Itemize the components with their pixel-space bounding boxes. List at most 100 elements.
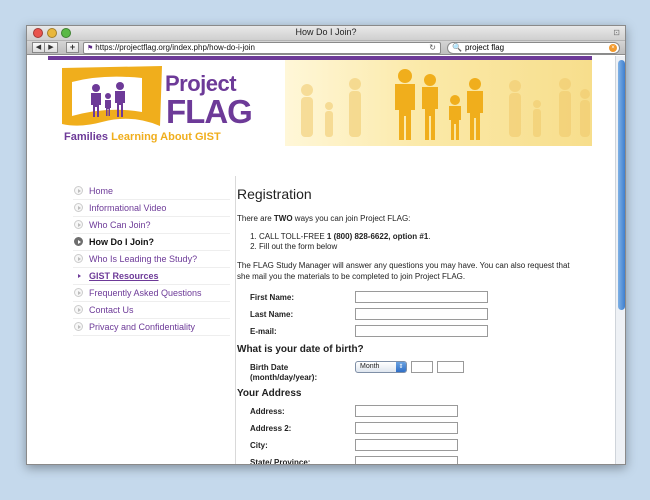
select-arrows-icon: ⇕ xyxy=(396,362,406,372)
search-clear-icon[interactable]: × xyxy=(609,44,617,52)
first-name-label: First Name: xyxy=(250,293,295,302)
birth-date-label-line2: (month/day/year): xyxy=(250,373,318,382)
sidebar-item-label: Contact Us xyxy=(89,305,134,315)
page-title: Registration xyxy=(237,186,312,202)
site-favicon-icon: ⚑ xyxy=(87,45,94,52)
sidebar-item-label: Frequently Asked Questions xyxy=(89,288,202,298)
nav-buttons: ◀ ▶ xyxy=(32,42,58,53)
page-viewport: Project FLAG Families Learning About GIS… xyxy=(27,56,615,465)
step-text: CALL TOLL-FREE xyxy=(259,232,327,241)
day-input[interactable] xyxy=(411,361,433,373)
reload-icon[interactable]: ↻ xyxy=(429,43,436,53)
column-divider xyxy=(235,176,236,464)
step-text: . xyxy=(428,232,431,241)
main-content: Registration There are TWO ways you can … xyxy=(237,186,582,465)
address-heading: Your Address xyxy=(237,388,302,399)
address-label: Address: xyxy=(250,407,285,416)
logo-tagline: Families Learning About GIST xyxy=(64,131,221,143)
sidebar-item-label: How Do I Join? xyxy=(89,237,154,247)
search-text: project flag xyxy=(464,43,505,52)
sidebar-item-contact-us[interactable]: Contact Us xyxy=(73,302,230,319)
year-input[interactable] xyxy=(437,361,464,373)
last-name-row: Last Name: xyxy=(237,307,582,324)
first-name-input[interactable] xyxy=(355,291,488,303)
birth-date-row: Birth Date (month/day/year): Month ⇕ xyxy=(237,360,582,385)
address-row: Address: xyxy=(237,404,582,421)
birth-date-label-line1: Birth Date xyxy=(250,363,289,372)
arrow-bullet-icon xyxy=(74,271,83,280)
tagline-families: Families xyxy=(64,131,112,143)
sidebar-item-label: Informational Video xyxy=(89,203,167,213)
site-banner: Project FLAG Families Learning About GIS… xyxy=(48,60,592,146)
arrow-bullet-icon xyxy=(74,254,83,263)
site-logo[interactable]: Project FLAG Families Learning About GIS… xyxy=(48,60,284,146)
sidebar-item-label: Who Can Join? xyxy=(89,220,151,230)
sidebar-item-label: Privacy and Confidentiality xyxy=(89,322,196,332)
sidebar-item-label: Who Is Leading the Study? xyxy=(89,254,198,264)
sidebar-item-how-do-i-join[interactable]: How Do I Join? xyxy=(73,234,230,251)
arrow-bullet-icon xyxy=(74,186,83,195)
sidebar-item-home[interactable]: Home xyxy=(73,183,230,200)
list-item: CALL TOLL-FREE 1 (800) 828-6622, option … xyxy=(259,232,582,242)
browser-window: How Do I Join? ⊡ ◀ ▶ + ⚑ https://projectf… xyxy=(26,25,626,465)
add-bookmark-button[interactable]: + xyxy=(66,42,79,53)
window-title: How Do I Join? xyxy=(295,27,357,37)
list-item: Fill out the form below xyxy=(259,242,582,252)
family-silhouettes-banner xyxy=(285,60,592,146)
state-row: State/ Province: xyxy=(237,455,582,465)
last-name-input[interactable] xyxy=(355,308,488,320)
sidebar-item-label: GIST Resources xyxy=(89,271,159,281)
flag-logo-icon xyxy=(62,66,162,126)
intro-emphasis: TWO xyxy=(273,214,293,223)
phone-number: 1 (800) 828-6622, option #1 xyxy=(326,232,429,241)
birth-date-label: Birth Date (month/day/year): xyxy=(250,363,317,383)
sidebar-item-label: Home xyxy=(89,186,114,196)
scrollbar-thumb[interactable] xyxy=(618,60,625,310)
intro-part: There are xyxy=(237,214,274,223)
month-select[interactable]: Month ⇕ xyxy=(355,361,407,373)
join-steps-list: CALL TOLL-FREE 1 (800) 828-6622, option … xyxy=(237,232,582,252)
month-select-value: Month xyxy=(360,363,380,370)
sidebar-item-gist-resources[interactable]: GIST Resources xyxy=(73,268,230,285)
web-page: Project FLAG Families Learning About GIS… xyxy=(48,56,592,465)
sidebar-item-informational-video[interactable]: Informational Video xyxy=(73,200,230,217)
last-name-label: Last Name: xyxy=(250,310,294,319)
sidebar-item-faq[interactable]: Frequently Asked Questions xyxy=(73,285,230,302)
search-icon: 🔍 xyxy=(452,43,462,52)
family-silhouettes-icon xyxy=(301,69,590,140)
search-field[interactable]: 🔍 project flag × xyxy=(447,42,620,54)
logo-flag-text: FLAG xyxy=(166,93,253,130)
back-button[interactable]: ◀ xyxy=(32,42,45,53)
arrow-bullet-icon xyxy=(74,288,83,297)
title-bar: How Do I Join? ⊡ xyxy=(27,26,625,41)
sidebar-item-who-is-leading[interactable]: Who Is Leading the Study? xyxy=(73,251,230,268)
city-input[interactable] xyxy=(355,439,458,451)
address2-input[interactable] xyxy=(355,422,458,434)
forward-button[interactable]: ▶ xyxy=(45,42,58,53)
study-manager-paragraph: The FLAG Study Manager will answer any q… xyxy=(237,261,570,281)
browser-toolbar: ◀ ▶ + ⚑ https://projectflag.org/index.php… xyxy=(27,41,625,55)
dob-heading: What is your date of birth? xyxy=(237,344,364,355)
address2-label: Address 2: xyxy=(250,424,292,433)
email-input[interactable] xyxy=(355,325,488,337)
vertical-scrollbar[interactable] xyxy=(615,56,625,464)
state-input[interactable] xyxy=(355,456,458,464)
sidebar-item-privacy[interactable]: Privacy and Confidentiality xyxy=(73,319,230,336)
city-label: City: xyxy=(250,441,268,450)
address-bar[interactable]: ⚑ https://projectflag.org/index.php/how-d… xyxy=(83,42,441,54)
sidebar-nav: Home Informational Video Who Can Join? H… xyxy=(73,183,230,336)
arrow-bullet-icon xyxy=(74,322,83,331)
email-label: E-mail: xyxy=(250,327,277,336)
intro-text: There are TWO ways you can join Project … xyxy=(237,213,582,224)
email-row: E-mail: xyxy=(237,324,582,341)
intro-part: ways you can join Project FLAG: xyxy=(292,214,411,223)
city-row: City: xyxy=(237,438,582,455)
resize-icon[interactable]: ⊡ xyxy=(613,28,620,37)
url-text: https://projectflag.org/index.php/how-do… xyxy=(95,43,255,52)
address-input[interactable] xyxy=(355,405,458,417)
sidebar-item-who-can-join[interactable]: Who Can Join? xyxy=(73,217,230,234)
state-label: State/ Province: xyxy=(250,458,311,465)
arrow-bullet-icon xyxy=(74,203,83,212)
arrow-bullet-icon xyxy=(74,237,83,246)
first-name-row: First Name: xyxy=(237,290,582,307)
